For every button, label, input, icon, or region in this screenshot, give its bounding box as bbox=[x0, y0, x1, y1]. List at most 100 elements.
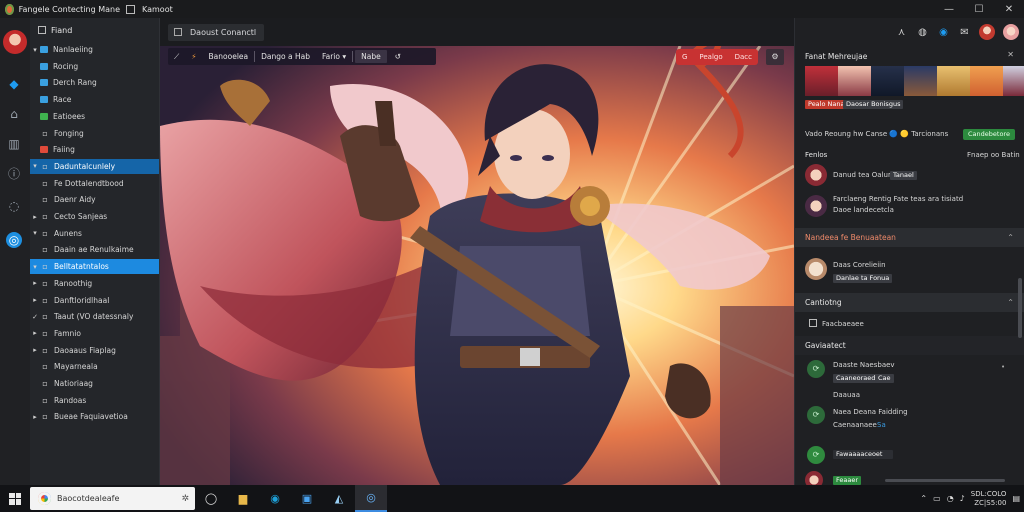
maximize-button[interactable]: ☐ bbox=[964, 0, 994, 18]
message-icon[interactable]: ◌ bbox=[6, 198, 22, 214]
thumbnail[interactable] bbox=[904, 66, 937, 96]
c1-sub1[interactable]: Caaneoraed bbox=[833, 374, 879, 383]
brush-tool-icon[interactable]: ⚡ bbox=[185, 48, 202, 65]
sync-icon[interactable]: ◉ bbox=[937, 27, 950, 38]
home-icon[interactable]: ◆ bbox=[6, 76, 22, 92]
tree-item[interactable]: ▾ ▫ Aunens bbox=[30, 226, 159, 241]
chevron-up-icon[interactable]: ⌃ bbox=[920, 494, 927, 503]
tree-arrow-icon[interactable]: ▸ bbox=[30, 213, 40, 221]
thumbnail[interactable] bbox=[805, 66, 838, 96]
toolbar-item-2[interactable]: Fario ▾ bbox=[316, 48, 352, 65]
minimize-button[interactable]: — bbox=[934, 0, 964, 18]
close-button[interactable]: ✕ bbox=[994, 0, 1024, 18]
folder-icon[interactable]: ▆ bbox=[227, 485, 259, 512]
tree-item[interactable]: ▸ ▫ Famnio bbox=[30, 326, 159, 341]
toolbar-item-1[interactable]: Dango a Hab bbox=[255, 48, 316, 65]
close-icon[interactable]: ✕ bbox=[1007, 50, 1014, 59]
tree-item[interactable]: Eatioees bbox=[30, 109, 159, 124]
section-bar-2[interactable]: Cantiotng ⌃ bbox=[795, 293, 1024, 312]
tree-item[interactable]: ▸ ▫ Bueae Faquiavetioa bbox=[30, 409, 159, 424]
row3-tag[interactable]: Danlae ta Fonua bbox=[833, 274, 893, 283]
c1-sub2[interactable]: Cae bbox=[875, 374, 894, 383]
tree-arrow-icon[interactable]: ▾ bbox=[30, 263, 40, 271]
pointer-tool-icon[interactable]: ⟋ bbox=[168, 48, 185, 65]
tree-item[interactable]: ▫ Randoas bbox=[30, 393, 159, 408]
tree-item[interactable]: ✓ ▫ Taaut (VO datessnaly bbox=[30, 309, 159, 324]
notification-icon[interactable]: ▤ bbox=[1012, 494, 1020, 503]
section-bar-3[interactable]: Gaviaatect bbox=[795, 336, 1024, 355]
book-icon[interactable]: ▥ bbox=[6, 136, 22, 152]
profile-avatar[interactable] bbox=[979, 24, 995, 40]
globe-icon[interactable]: ◎ bbox=[6, 232, 22, 248]
toolbar-item-3[interactable]: Nabe bbox=[355, 50, 387, 63]
tree-arrow-icon[interactable]: ▸ bbox=[30, 279, 40, 287]
thumbnail[interactable] bbox=[871, 66, 904, 96]
section-link[interactable]: Fnaep oo Batin bbox=[967, 151, 1020, 159]
user-avatar-small[interactable] bbox=[805, 164, 827, 186]
mail-icon[interactable]: ✉ bbox=[958, 27, 971, 38]
tree-item[interactable]: ▾ ▫ Daduntalcunlely bbox=[30, 158, 159, 174]
start-button[interactable] bbox=[0, 492, 30, 505]
mic-icon[interactable]: ✲ bbox=[181, 494, 189, 504]
breadcrumb[interactable]: Daoust Conanctl bbox=[168, 23, 265, 41]
tree-arrow-icon[interactable]: ▸ bbox=[30, 346, 40, 354]
tree-item[interactable]: Race bbox=[30, 92, 159, 107]
battery-icon[interactable]: ▭ bbox=[933, 494, 941, 503]
thumbnail[interactable] bbox=[1003, 66, 1024, 96]
tree-item[interactable]: ▫ Daenr Aidy bbox=[30, 192, 159, 207]
c4-label[interactable]: Fawaaaaceoet bbox=[833, 450, 893, 459]
tree-arrow-icon[interactable]: ▾ bbox=[30, 229, 40, 237]
tree-item[interactable]: ▸ ▫ Daoaaus Fiaplag bbox=[30, 343, 159, 358]
record-status-pill[interactable]: G Pealgo Dacc bbox=[676, 49, 758, 65]
app-icon[interactable]: ◭ bbox=[323, 485, 355, 512]
tree-item[interactable]: ▫ Fonging bbox=[30, 126, 159, 141]
taskbar-search[interactable]: Baocotdealeafe ✲ bbox=[30, 487, 195, 510]
more-icon[interactable]: • bbox=[1001, 363, 1005, 371]
tag-dark[interactable]: Daosar Bonisgus bbox=[843, 100, 904, 109]
clock[interactable]: SDL:COLO ZC|S5:00 bbox=[971, 490, 1007, 508]
tree-item[interactable]: ▫ Mayarneala bbox=[30, 359, 159, 374]
c5-label[interactable]: Feaaer bbox=[833, 476, 862, 485]
section-bar-1[interactable]: Nandeea fe Benuaatean ⌃ bbox=[795, 228, 1024, 247]
tree-item[interactable]: ▫ Natioriaag bbox=[30, 376, 159, 391]
tree-item[interactable]: ▫ Fe Dottalendtbood bbox=[30, 176, 159, 191]
window-tab[interactable]: Kamoot bbox=[126, 4, 173, 14]
tree-item[interactable]: ▸ ▫ Danftloridlhaal bbox=[30, 293, 159, 308]
wifi-icon[interactable]: ◔ bbox=[947, 494, 954, 503]
toolbar-item-0[interactable]: Banooelea bbox=[203, 48, 255, 65]
user-avatar-small[interactable] bbox=[805, 195, 827, 217]
edge-icon[interactable]: ◉ bbox=[259, 485, 291, 512]
volume-icon[interactable]: ♪ bbox=[960, 494, 965, 503]
status-button[interactable]: Candebetore bbox=[963, 129, 1015, 140]
thumbnail[interactable] bbox=[970, 66, 1003, 96]
tree-item[interactable]: Faiing bbox=[30, 142, 159, 157]
tree-arrow-icon[interactable]: ▾ bbox=[30, 46, 40, 54]
tree-item[interactable]: Derch Rang bbox=[30, 75, 159, 90]
tree-item[interactable]: Rocing bbox=[30, 59, 159, 74]
store-icon[interactable]: ▣ bbox=[291, 485, 323, 512]
secondary-avatar[interactable] bbox=[1003, 24, 1019, 40]
user-avatar-small[interactable] bbox=[805, 258, 827, 280]
tree-header[interactable]: Fiand bbox=[30, 18, 159, 42]
link-icon[interactable]: ↺ bbox=[389, 48, 407, 65]
tree-item[interactable]: ▸ ▫ Cecto Sanjeas bbox=[30, 209, 159, 224]
tree-item[interactable]: ▸ ▫ Ranoothig bbox=[30, 276, 159, 291]
tree-item[interactable]: ▾ ▫ Belltatatntalos bbox=[30, 259, 159, 275]
thumbnail[interactable] bbox=[838, 66, 871, 96]
active-app-icon[interactable]: ◎ bbox=[355, 485, 387, 512]
row4-label[interactable]: Faacbaeaee bbox=[809, 319, 864, 328]
tree-arrow-icon[interactable]: ▸ bbox=[30, 296, 40, 304]
pin-icon[interactable]: ⋏ bbox=[895, 27, 908, 38]
scrollbar[interactable] bbox=[1018, 278, 1022, 338]
image-canvas[interactable] bbox=[160, 46, 794, 485]
canvas-options-button[interactable]: ⚙ bbox=[766, 49, 784, 65]
tree-arrow-icon[interactable]: ▸ bbox=[30, 413, 40, 421]
user-avatar[interactable] bbox=[3, 30, 27, 54]
task-view-icon[interactable]: ◯ bbox=[195, 485, 227, 512]
thumbnail[interactable] bbox=[937, 66, 970, 96]
notification-icon[interactable]: ◍ bbox=[916, 27, 929, 38]
tree-arrow-icon[interactable]: ▸ bbox=[30, 329, 40, 337]
tree-item[interactable]: ▫ Daain ae Renulkaime bbox=[30, 242, 159, 257]
chat-icon[interactable]: ⌂ bbox=[6, 106, 22, 122]
tree-arrow-icon[interactable]: ✓ bbox=[30, 313, 40, 321]
